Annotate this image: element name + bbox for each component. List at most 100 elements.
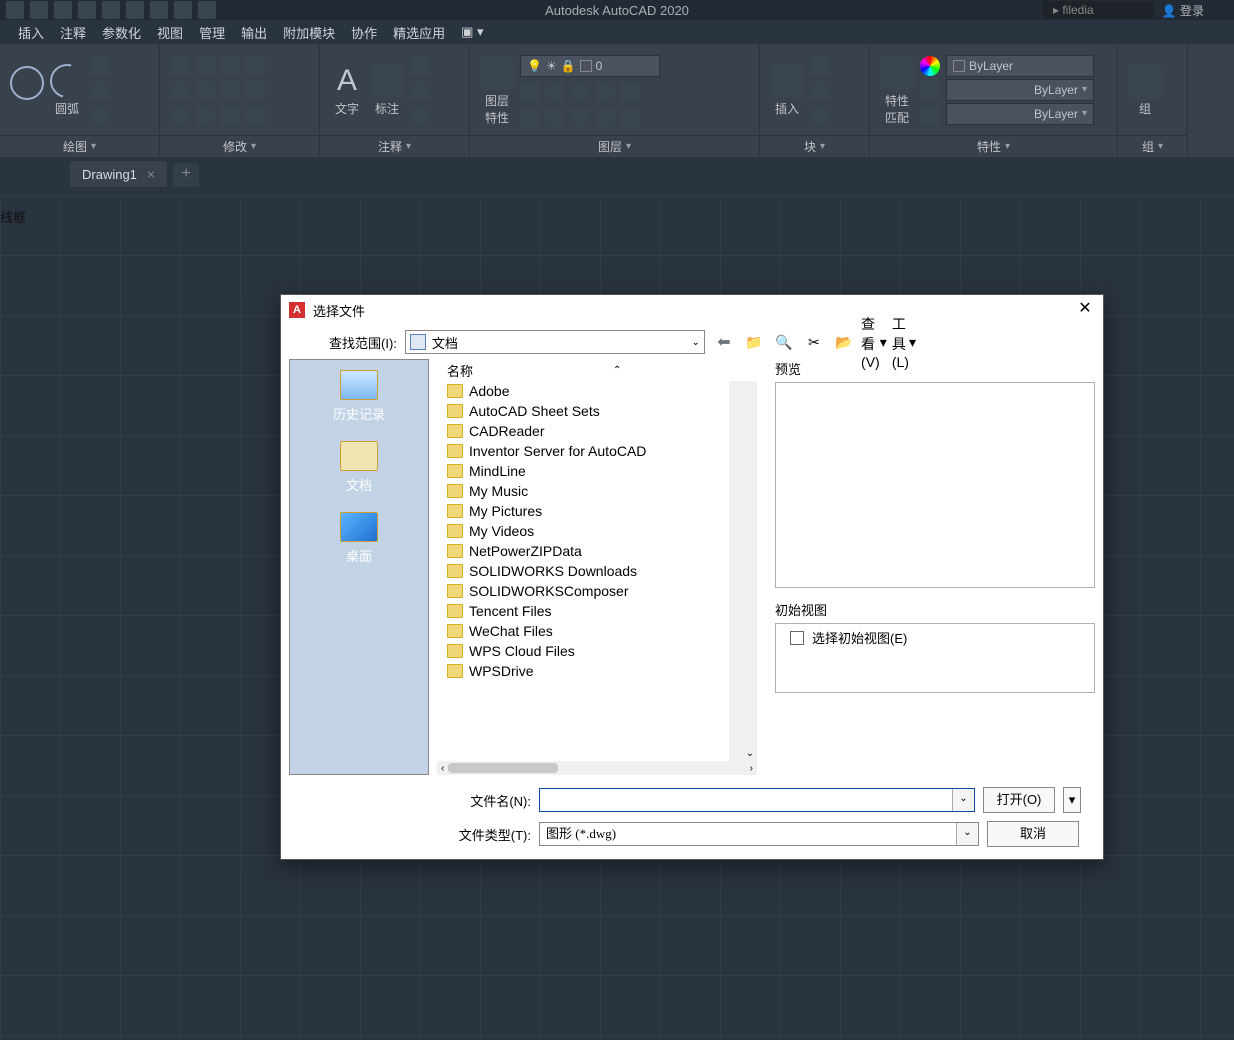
desktop-place[interactable]: 桌面: [340, 512, 378, 565]
lineweight-dropdown[interactable]: ByLayer▾: [946, 79, 1094, 101]
tools-menu-button[interactable]: 工具(L) ▾: [893, 331, 915, 353]
qat-icon[interactable]: [102, 1, 120, 19]
close-icon[interactable]: ×: [147, 166, 155, 182]
layer-small-icon[interactable]: [595, 107, 615, 127]
modify-icon[interactable]: [245, 106, 265, 126]
menu-annotate[interactable]: 注释: [60, 23, 86, 42]
qat-icon[interactable]: [198, 1, 216, 19]
file-row[interactable]: MindLine: [437, 461, 729, 481]
up-folder-button[interactable]: 📁: [743, 331, 765, 353]
draw-small-icon[interactable]: [90, 81, 110, 101]
filename-input[interactable]: [540, 789, 952, 811]
chevron-down-icon[interactable]: ▾: [406, 141, 411, 152]
scroll-thumb[interactable]: [448, 763, 558, 773]
menu-insert[interactable]: 插入: [18, 23, 44, 42]
cancel-button[interactable]: 取消: [987, 821, 1079, 847]
qat-icon[interactable]: [150, 1, 168, 19]
modify-icon[interactable]: [220, 81, 240, 101]
menu-output[interactable]: 输出: [241, 23, 267, 42]
layer-small-icon[interactable]: [570, 82, 590, 102]
qat-icon[interactable]: [174, 1, 192, 19]
look-in-dropdown[interactable]: 文档 ⌄: [405, 330, 705, 354]
qat-icon[interactable]: [6, 1, 24, 19]
file-row[interactable]: WPS Cloud Files: [437, 641, 729, 661]
chevron-down-icon[interactable]: ⌄: [956, 823, 978, 845]
new-tab-button[interactable]: +: [173, 163, 199, 187]
modify-icon[interactable]: [170, 106, 190, 126]
new-folder-button[interactable]: 📂: [833, 331, 855, 353]
visual-style-label[interactable]: 线框: [0, 207, 26, 226]
vertical-scrollbar[interactable]: ⌄: [743, 381, 757, 761]
menu-addins[interactable]: 附加模块: [283, 23, 335, 42]
arc-tool[interactable]: 圆弧: [50, 64, 84, 117]
insert-block-button[interactable]: 插入: [770, 64, 804, 117]
filetype-dropdown[interactable]: 图形 (*.dwg) ⌄: [539, 822, 979, 846]
view-menu-button[interactable]: 查看(V) ▾: [863, 331, 885, 353]
qat-icon[interactable]: [54, 1, 72, 19]
menu-parametric[interactable]: 参数化: [102, 23, 141, 42]
menu-manage[interactable]: 管理: [199, 23, 225, 42]
color-dropdown[interactable]: ByLayer: [946, 55, 1094, 77]
tab-drawing1[interactable]: Drawing1 ×: [70, 161, 167, 187]
close-icon[interactable]: ✕: [1075, 300, 1095, 320]
chevron-down-icon[interactable]: ▾: [626, 141, 631, 152]
draw-small-icon[interactable]: [90, 56, 110, 76]
file-row[interactable]: Inventor Server for AutoCAD: [437, 441, 729, 461]
modify-icon[interactable]: [245, 81, 265, 101]
filename-history-dropdown[interactable]: ⌄: [952, 789, 974, 811]
layer-properties-button[interactable]: 图层 特性: [480, 56, 514, 126]
prop-small-icon[interactable]: [920, 81, 940, 101]
file-row[interactable]: Tencent Files: [437, 601, 729, 621]
modify-icon[interactable]: [170, 56, 190, 76]
circle-tool[interactable]: [10, 66, 44, 116]
layer-small-icon[interactable]: [520, 82, 540, 102]
linetype-dropdown[interactable]: ByLayer▾: [946, 103, 1094, 125]
chevron-down-icon[interactable]: ▾: [1158, 141, 1163, 152]
modify-icon[interactable]: [220, 56, 240, 76]
group-button[interactable]: 组: [1128, 64, 1162, 117]
anno-small-icon[interactable]: [410, 81, 430, 101]
layer-small-icon[interactable]: [570, 107, 590, 127]
block-small-icon[interactable]: [810, 106, 830, 126]
block-small-icon[interactable]: [810, 81, 830, 101]
modify-icon[interactable]: [220, 106, 240, 126]
file-row[interactable]: My Videos: [437, 521, 729, 541]
file-row[interactable]: My Pictures: [437, 501, 729, 521]
qat-icon[interactable]: [30, 1, 48, 19]
qat-icon[interactable]: [126, 1, 144, 19]
file-row[interactable]: Adobe: [437, 381, 729, 401]
menu-view[interactable]: 视图: [157, 23, 183, 42]
color-wheel-icon[interactable]: [920, 56, 940, 76]
file-list[interactable]: AdobeAutoCAD Sheet SetsCADReaderInventor…: [437, 381, 743, 761]
layer-small-icon[interactable]: [595, 82, 615, 102]
menu-collab[interactable]: 协作: [351, 23, 377, 42]
prop-small-icon[interactable]: [920, 106, 940, 126]
file-row[interactable]: SOLIDWORKS Downloads: [437, 561, 729, 581]
file-row[interactable]: AutoCAD Sheet Sets: [437, 401, 729, 421]
file-row[interactable]: NetPowerZIPData: [437, 541, 729, 561]
delete-button[interactable]: ✂: [803, 331, 825, 353]
layer-small-icon[interactable]: [545, 107, 565, 127]
file-row[interactable]: CADReader: [437, 421, 729, 441]
login-button[interactable]: 👤 登录: [1162, 2, 1204, 19]
scroll-down-icon[interactable]: ⌄: [746, 748, 754, 759]
back-button[interactable]: ⬅: [713, 331, 735, 353]
search-field[interactable]: ▸ filedia: [1043, 1, 1154, 19]
modify-icon[interactable]: [195, 56, 215, 76]
modify-icon[interactable]: [170, 81, 190, 101]
chevron-down-icon[interactable]: ▾: [820, 141, 825, 152]
chevron-down-icon[interactable]: ▾: [1005, 141, 1010, 152]
modify-icon[interactable]: [195, 106, 215, 126]
file-row[interactable]: WPSDrive: [437, 661, 729, 681]
web-search-button[interactable]: 🔍: [773, 331, 795, 353]
chevron-down-icon[interactable]: ▾: [251, 141, 256, 152]
match-properties-button[interactable]: 特性 匹配: [880, 56, 914, 126]
menu-more-icon[interactable]: ▣ ▾: [461, 24, 483, 40]
layer-small-icon[interactable]: [620, 107, 640, 127]
modify-icon[interactable]: [245, 56, 265, 76]
chevron-down-icon[interactable]: ▾: [91, 141, 96, 152]
horizontal-scrollbar[interactable]: ‹ ›: [437, 761, 757, 775]
open-button[interactable]: 打开(O): [983, 787, 1055, 813]
file-row[interactable]: WeChat Files: [437, 621, 729, 641]
layer-small-icon[interactable]: [520, 107, 540, 127]
